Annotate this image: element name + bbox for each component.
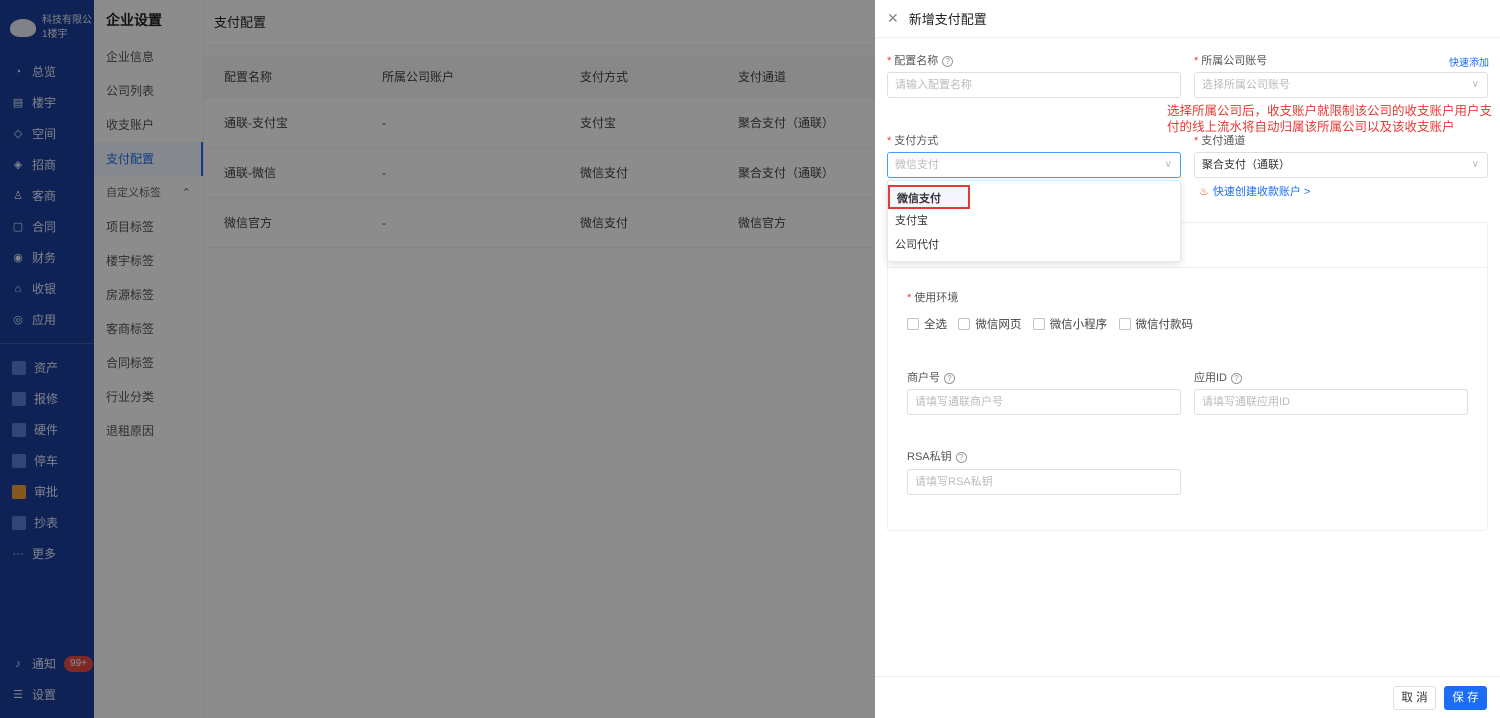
company-account-select[interactable]: 选择所属公司账号 ∨: [1194, 72, 1488, 98]
drawer-title: 新增支付配置: [908, 12, 987, 27]
modal-overlay[interactable]: [0, 0, 875, 718]
option-company-pay[interactable]: 公司代付: [888, 233, 1180, 257]
chevron-down-icon: ∨: [1164, 159, 1172, 170]
save-button[interactable]: 保 存: [1444, 686, 1487, 710]
quick-add-link[interactable]: 快速添加: [1449, 54, 1489, 69]
checkbox-icon: [907, 318, 919, 330]
checkbox-wechat-miniprogram[interactable]: 微信小程序: [1032, 316, 1107, 332]
checkbox-icon: [1118, 318, 1131, 330]
channel-select[interactable]: 聚合支付（通联） ∨: [1194, 152, 1488, 178]
option-alipay[interactable]: 支付宝: [888, 209, 1180, 233]
help-icon[interactable]: ?: [942, 56, 954, 67]
checkbox-icon: [958, 318, 971, 330]
env-checkbox-group: 全选 微信网页 微信小程序 微信付款码: [907, 316, 1201, 333]
pay-method-select[interactable]: 微信支付 ∨: [887, 152, 1181, 178]
chevron-down-icon: ∨: [1471, 159, 1479, 170]
drawer-header: ✕ 新增支付配置: [875, 0, 1500, 38]
checkbox-select-all[interactable]: 全选: [907, 316, 947, 332]
chevron-down-icon: ∨: [1471, 79, 1479, 90]
cancel-button[interactable]: 取 消: [1393, 686, 1436, 710]
appid-input[interactable]: 请填写通联应用ID: [1194, 389, 1468, 415]
env-label: * 使用环境: [907, 292, 959, 304]
pay-method-dropdown: 微信支付 支付宝 公司代付: [887, 180, 1181, 262]
company-account-label: * 所属公司账号: [1194, 55, 1268, 67]
panel-divider: [888, 267, 1487, 268]
merchant-input[interactable]: 请填写通联商户号: [907, 389, 1181, 415]
merchant-label: 商户号?: [907, 369, 955, 385]
rsa-label: RSA私钥?: [907, 448, 967, 464]
checkbox-icon: [1032, 318, 1045, 330]
config-name-label: * 配置名称?: [887, 52, 954, 68]
help-icon[interactable]: ?: [944, 373, 955, 384]
rsa-input[interactable]: 请填写RSA私钥: [907, 469, 1181, 495]
annotation-note: 选择所属公司后，收支账户就限制该公司的收支账户用户支付的线上流水将自动归属该所属…: [1167, 104, 1493, 134]
checkbox-wechat-web[interactable]: 微信网页: [958, 316, 1021, 332]
checkbox-wechat-paycode[interactable]: 微信付款码: [1118, 316, 1193, 332]
help-icon[interactable]: ?: [955, 452, 967, 463]
option-wechat-pay[interactable]: 微信支付: [888, 185, 970, 209]
help-icon[interactable]: ?: [1231, 373, 1242, 384]
config-name-input[interactable]: 请输入配置名称: [887, 72, 1181, 98]
fire-icon: ♨: [1199, 186, 1209, 198]
close-icon[interactable]: ✕: [887, 10, 899, 27]
channel-label: * 支付通道: [1194, 135, 1246, 147]
quick-create-account-link[interactable]: ♨ 快速创建收款账户 >: [1199, 183, 1310, 199]
config-panel: * 使用环境 全选 微信网页 微信小程序 微信付款码 商户号? 请填写通联商户号 …: [887, 222, 1488, 531]
drawer-footer: 取 消 保 存: [875, 676, 1500, 718]
pay-method-label: * 支付方式: [887, 135, 939, 147]
appid-label: 应用ID?: [1194, 369, 1242, 385]
